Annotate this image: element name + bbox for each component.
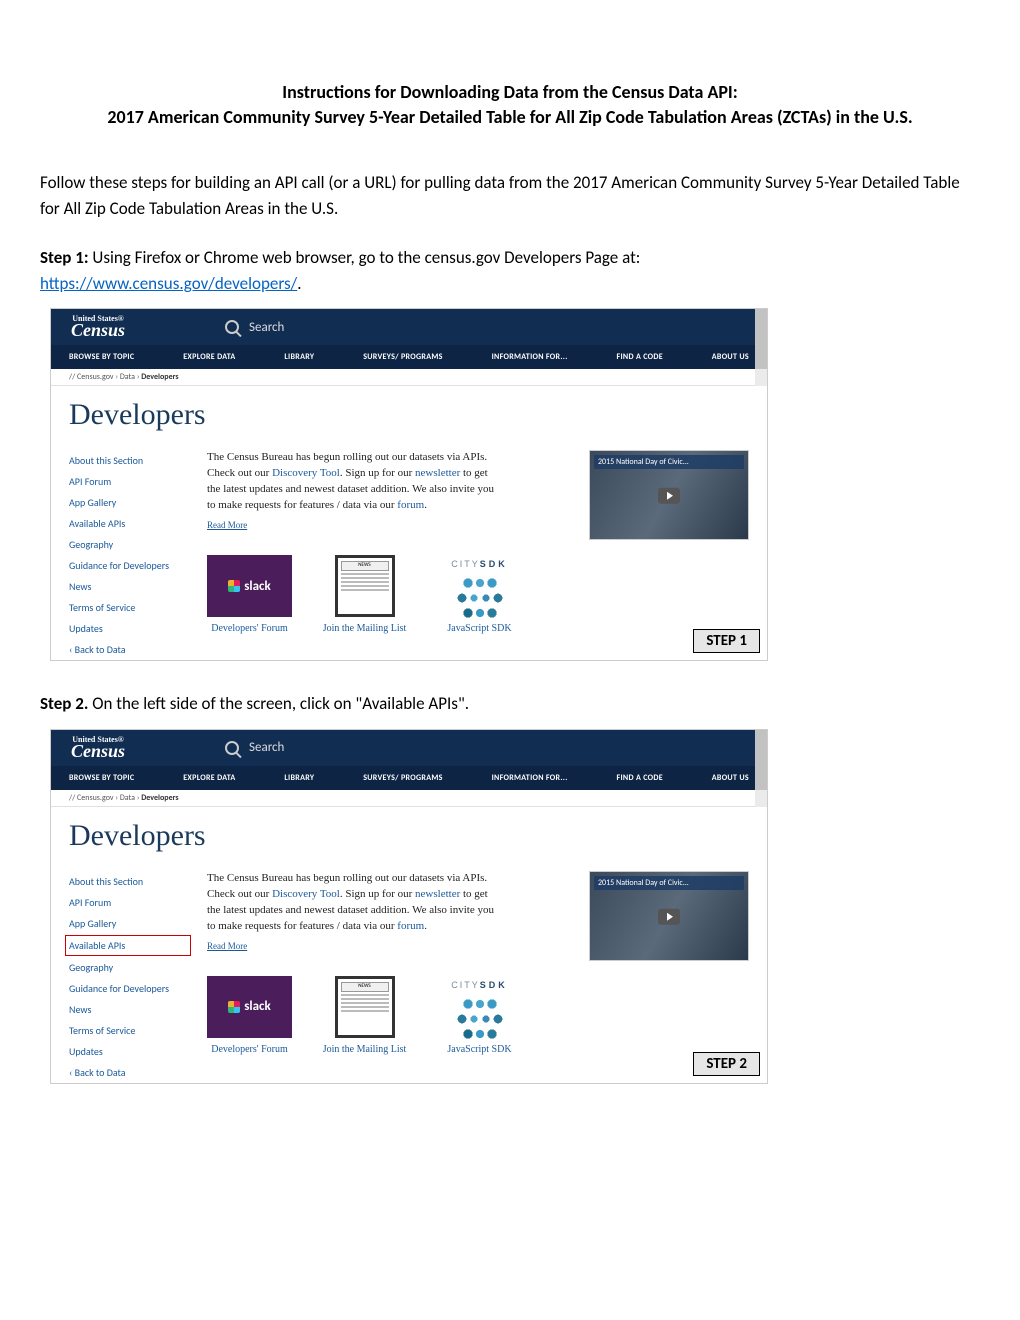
screenshot-step-1: United States® Census Search BROWSE BY T…	[50, 308, 768, 661]
video-player[interactable]: 2015 National Day of Civic...	[589, 871, 749, 961]
page-title: Developers	[69, 398, 749, 432]
main-nav: BROWSE BY TOPIC EXPLORE DATA LIBRARY SUR…	[51, 766, 767, 790]
nav-item[interactable]: INFORMATION FOR...	[492, 773, 568, 783]
sidebar-item[interactable]: Terms of Service	[69, 597, 187, 618]
breadcrumb: // Census.gov › Data › Developers	[51, 369, 767, 386]
nav-item[interactable]: EXPLORE DATA	[183, 352, 235, 362]
screenshot-step-2: United States® Census Search BROWSE BY T…	[50, 729, 768, 1084]
step-1-text: Step 1: Using Firefox or Chrome web brow…	[40, 245, 980, 296]
step-2-text: Step 2. On the left side of the screen, …	[40, 691, 980, 717]
tile-javascript-sdk[interactable]: CITYSDK JavaScript SDK	[437, 980, 522, 1055]
intro-text: The Census Bureau has begun rolling out …	[207, 871, 502, 935]
sidebar-item[interactable]: Terms of Service	[69, 1020, 187, 1041]
nav-item[interactable]: BROWSE BY TOPIC	[69, 352, 134, 362]
play-icon	[658, 488, 680, 504]
step-2-badge: STEP 2	[693, 1052, 760, 1076]
site-header: United States® Census Search	[51, 730, 767, 766]
tile-javascript-sdk[interactable]: CITYSDK JavaScript SDK	[437, 559, 522, 634]
search-icon	[225, 741, 239, 755]
search-box[interactable]: Search	[225, 740, 284, 755]
sidebar-item[interactable]: Updates	[69, 618, 187, 639]
forum-link[interactable]: forum	[397, 499, 424, 511]
tile-forum[interactable]: slack Developers' Forum	[207, 555, 292, 634]
sidebar-item[interactable]: About this Section	[69, 871, 187, 892]
citysdk-icon	[450, 573, 510, 623]
document-title: Instructions for Downloading Data from t…	[40, 80, 980, 130]
nav-item[interactable]: ABOUT US	[712, 352, 749, 362]
sidebar-item[interactable]: About this Section	[69, 450, 187, 471]
nav-item[interactable]: LIBRARY	[284, 352, 314, 362]
discovery-tool-link[interactable]: Discovery Tool	[272, 467, 340, 479]
slack-icon	[228, 580, 240, 592]
main-nav: BROWSE BY TOPIC EXPLORE DATA LIBRARY SUR…	[51, 345, 767, 369]
sidebar-item[interactable]: Geography	[69, 957, 187, 978]
nav-item[interactable]: EXPLORE DATA	[183, 773, 235, 783]
sidebar-item-available-apis[interactable]: Available APIs	[69, 513, 187, 534]
read-more-link[interactable]: Read More	[207, 520, 247, 530]
sidebar-item[interactable]: API Forum	[69, 471, 187, 492]
sidebar-item[interactable]: News	[69, 999, 187, 1020]
nav-item[interactable]: INFORMATION FOR...	[492, 352, 568, 362]
step-1-badge: STEP 1	[693, 629, 760, 653]
read-more-link[interactable]: Read More	[207, 941, 247, 951]
tile-mailing-list[interactable]: NEWS Join the Mailing List	[322, 976, 407, 1055]
sidebar-item[interactable]: App Gallery	[69, 492, 187, 513]
nav-item[interactable]: BROWSE BY TOPIC	[69, 773, 134, 783]
nav-item[interactable]: SURVEYS/ PROGRAMS	[363, 773, 443, 783]
nav-item[interactable]: FIND A CODE	[617, 773, 663, 783]
tile-mailing-list[interactable]: NEWS Join the Mailing List	[322, 555, 407, 634]
breadcrumb: // Census.gov › Data › Developers	[51, 790, 767, 807]
forum-link[interactable]: forum	[397, 920, 424, 932]
title-line-2: 2017 American Community Survey 5-Year De…	[107, 106, 912, 128]
intro-paragraph: Follow these steps for building an API c…	[40, 170, 980, 221]
sidebar-item[interactable]: Guidance for Developers	[69, 978, 187, 999]
sidebar-item[interactable]: App Gallery	[69, 913, 187, 934]
sidebar-item-available-apis[interactable]: Available APIs	[65, 935, 191, 956]
sidebar-item[interactable]: Geography	[69, 534, 187, 555]
sidebar-back-link[interactable]: ‹ Back to Data	[69, 639, 187, 660]
search-icon	[225, 320, 239, 334]
nav-item[interactable]: LIBRARY	[284, 773, 314, 783]
citysdk-icon	[450, 994, 510, 1044]
play-icon	[658, 909, 680, 925]
newsletter-link[interactable]: newsletter	[415, 888, 460, 900]
sidebar-item[interactable]: News	[69, 576, 187, 597]
nav-item[interactable]: SURVEYS/ PROGRAMS	[363, 352, 443, 362]
slack-icon	[228, 1001, 240, 1013]
step-2-label: Step 2.	[40, 693, 88, 714]
page-title: Developers	[69, 819, 749, 853]
sidebar-item[interactable]: API Forum	[69, 892, 187, 913]
step-1-link[interactable]: https://www.census.gov/developers/	[40, 273, 297, 294]
intro-text: The Census Bureau has begun rolling out …	[207, 450, 502, 514]
nav-item[interactable]: FIND A CODE	[617, 352, 663, 362]
census-logo[interactable]: United States® Census	[71, 736, 125, 760]
step-1-label: Step 1:	[40, 247, 89, 268]
newsletter-link[interactable]: newsletter	[415, 467, 460, 479]
sidebar-item[interactable]: Guidance for Developers	[69, 555, 187, 576]
site-header: United States® Census Search	[51, 309, 767, 345]
sidebar-back-link[interactable]: ‹ Back to Data	[69, 1062, 187, 1083]
video-player[interactable]: 2015 National Day of Civic...	[589, 450, 749, 540]
nav-item[interactable]: ABOUT US	[712, 773, 749, 783]
title-line-1: Instructions for Downloading Data from t…	[282, 81, 737, 103]
sidebar: About this Section API Forum App Gallery…	[69, 450, 187, 660]
sidebar-item[interactable]: Updates	[69, 1041, 187, 1062]
tile-forum[interactable]: slack Developers' Forum	[207, 976, 292, 1055]
sidebar: About this Section API Forum App Gallery…	[69, 871, 187, 1083]
census-logo[interactable]: United States® Census	[71, 315, 125, 339]
search-box[interactable]: Search	[225, 320, 284, 335]
discovery-tool-link[interactable]: Discovery Tool	[272, 888, 340, 900]
